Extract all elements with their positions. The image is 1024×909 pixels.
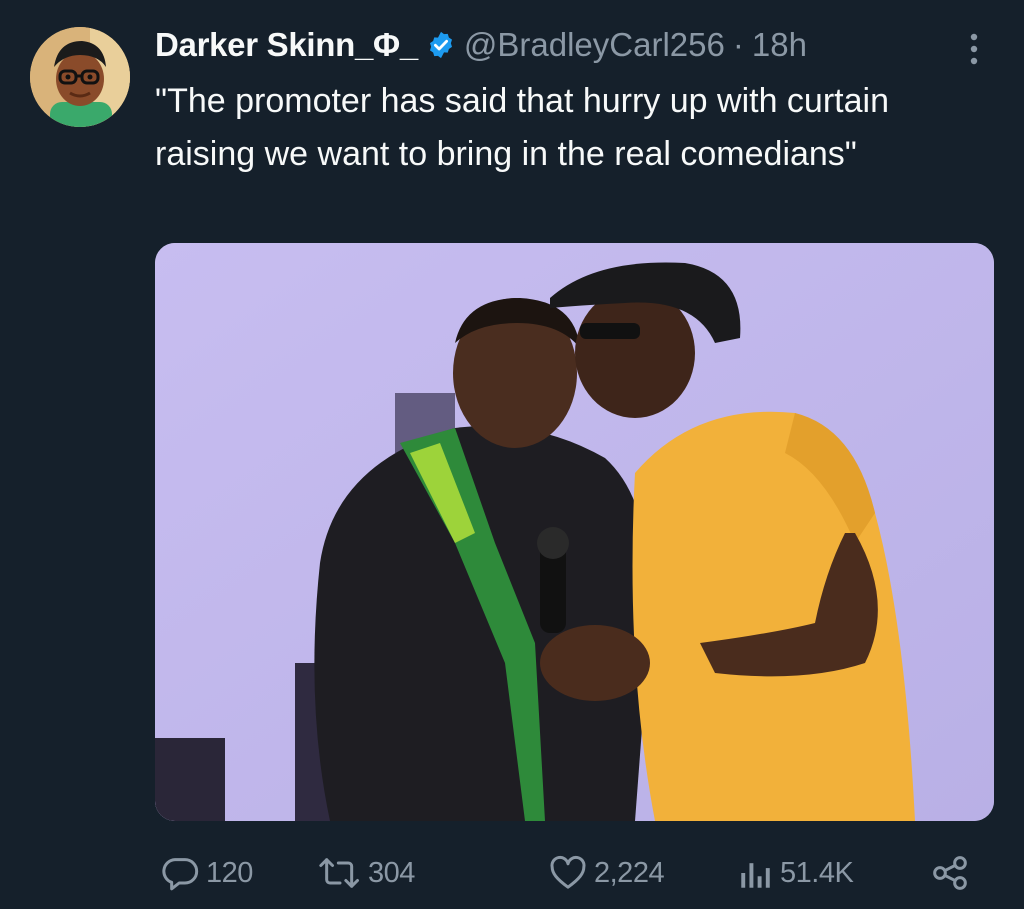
tweet-header: Darker Skinn_Φ_ @BradleyCarl256 · 18h	[155, 22, 807, 68]
timestamp[interactable]: 18h	[752, 26, 807, 64]
retweet-button[interactable]: 304	[318, 848, 415, 898]
like-count: 2,224	[594, 856, 665, 889]
like-button[interactable]: 2,224	[548, 848, 665, 898]
reply-count: 120	[206, 856, 253, 889]
share-button[interactable]	[930, 848, 976, 898]
analytics-icon	[741, 863, 770, 888]
tweet-text: "The promoter has said that hurry up wit…	[155, 82, 889, 173]
views-button[interactable]: 51.4K	[738, 848, 854, 898]
tweet-card[interactable]: Darker Skinn_Φ_ @BradleyCarl256 · 18h "T…	[0, 0, 1024, 909]
more-options-icon[interactable]	[962, 30, 986, 68]
retweet-count: 304	[368, 856, 415, 889]
retweet-icon	[319, 858, 359, 888]
tweet-actions: 120 304 2,224 51.4K	[160, 848, 980, 898]
avatar[interactable]	[30, 27, 130, 127]
photo-two-men-on-stage	[155, 243, 994, 821]
heart-icon	[550, 855, 586, 889]
display-name[interactable]: Darker Skinn_Φ_	[155, 26, 418, 64]
cartoon-avatar-icon	[30, 27, 130, 127]
reply-button[interactable]: 120	[160, 848, 253, 898]
share-icon	[933, 856, 967, 890]
reply-icon	[162, 858, 199, 891]
tweet-photo[interactable]	[155, 243, 994, 821]
user-handle[interactable]: @BradleyCarl256	[464, 26, 725, 64]
separator-dot: ·	[732, 26, 744, 63]
verified-badge-icon	[426, 30, 456, 60]
view-count: 51.4K	[780, 856, 854, 889]
